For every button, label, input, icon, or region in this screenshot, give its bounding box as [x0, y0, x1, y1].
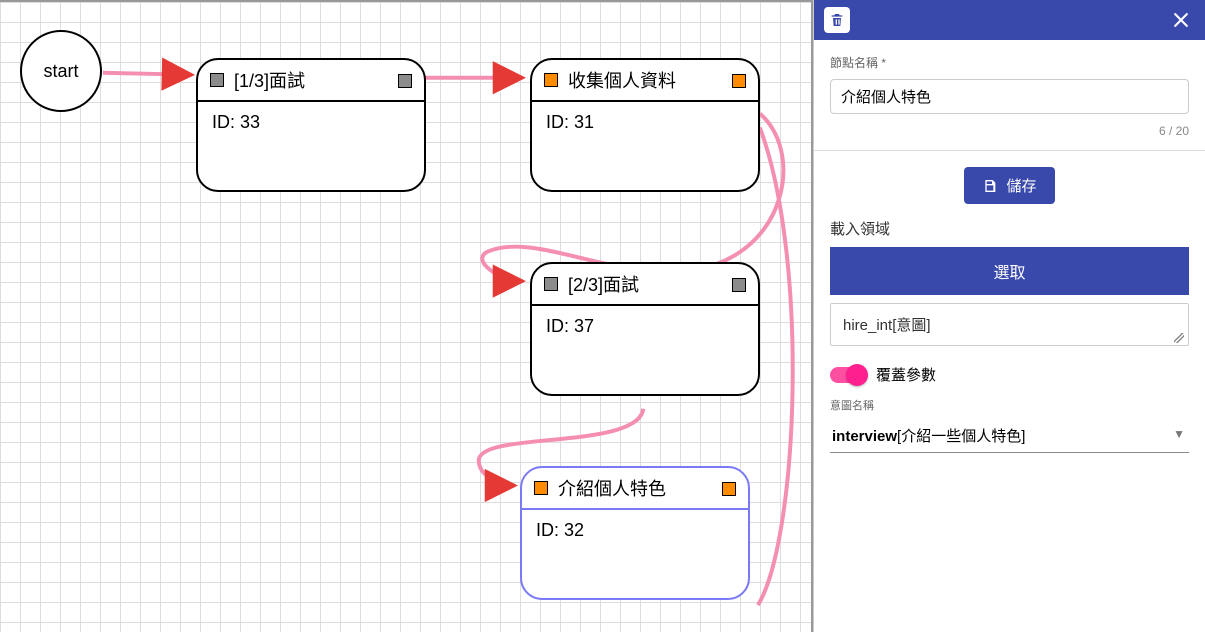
properties-panel: 節點名稱 * 6 / 20 儲存 載入領域 選取 hire_int[意圖] 覆蓋… [813, 0, 1205, 632]
node-title: 收集個人資料 [568, 67, 676, 93]
load-domain-label: 載入領域 [830, 218, 1189, 239]
intent-value-prefix: interview [832, 428, 897, 445]
override-params-toggle[interactable] [830, 367, 866, 383]
node-title: 介紹個人特色 [558, 475, 666, 501]
divider [814, 150, 1205, 151]
node-body: ID: 31 [532, 102, 758, 190]
node-title: [2/3]面試 [568, 271, 639, 297]
node-id-text: ID: 31 [546, 112, 594, 132]
port-left-icon[interactable] [544, 277, 558, 291]
port-right-icon[interactable] [398, 74, 412, 88]
node-header: 收集個人資料 [532, 60, 758, 102]
close-icon [1171, 10, 1191, 30]
node-body: ID: 33 [198, 102, 424, 190]
select-button-label: 選取 [993, 265, 1025, 282]
node-id-text: ID: 32 [536, 520, 584, 540]
intent-select[interactable]: interview[介紹一些個人特色] ▼ [830, 421, 1189, 453]
trash-icon [829, 12, 845, 28]
port-right-icon[interactable] [732, 74, 746, 88]
delete-node-button[interactable] [824, 7, 850, 33]
save-button[interactable]: 儲存 [964, 167, 1054, 204]
node-id-text: ID: 33 [212, 112, 260, 132]
node-header: [2/3]面試 [532, 264, 758, 306]
node-name-input[interactable] [830, 79, 1189, 114]
toggle-knob [846, 364, 868, 386]
chevron-down-icon: ▼ [1173, 427, 1185, 441]
select-domain-button[interactable]: 選取 [830, 247, 1189, 295]
intent-name-label: 意圖名稱 [830, 397, 1189, 413]
flow-node-intro-features[interactable]: 介紹個人特色 ID: 32 [520, 466, 750, 600]
node-title: [1/3]面試 [234, 67, 305, 93]
save-icon [982, 178, 998, 194]
node-body: ID: 32 [522, 510, 748, 598]
node-name-char-count: 6 / 20 [830, 124, 1189, 138]
close-panel-button[interactable] [1167, 6, 1195, 34]
flow-node-collect-data[interactable]: 收集個人資料 ID: 31 [530, 58, 760, 192]
start-label: start [43, 61, 78, 82]
domain-value-box[interactable]: hire_int[意圖] [830, 303, 1189, 346]
panel-header [814, 0, 1205, 40]
node-body: ID: 37 [532, 306, 758, 394]
flow-canvas[interactable]: start [1/3]面試 ID: 33 收集個人資料 ID: 31 [0, 0, 813, 632]
domain-value-text: hire_int[意圖] [843, 317, 931, 334]
intent-value-suffix: [介紹一些個人特色] [897, 428, 1025, 445]
override-params-label: 覆蓋參數 [876, 364, 936, 385]
resize-grip-icon[interactable] [1174, 333, 1184, 343]
port-left-icon[interactable] [534, 481, 548, 495]
flow-node-interview-1[interactable]: [1/3]面試 ID: 33 [196, 58, 426, 192]
node-name-label: 節點名稱 * [830, 54, 1189, 71]
port-left-icon[interactable] [544, 73, 558, 87]
start-node[interactable]: start [20, 30, 102, 112]
port-left-icon[interactable] [210, 73, 224, 87]
flow-node-interview-2[interactable]: [2/3]面試 ID: 37 [530, 262, 760, 396]
port-right-icon[interactable] [722, 482, 736, 496]
save-button-label: 儲存 [1006, 175, 1036, 196]
node-header: 介紹個人特色 [522, 468, 748, 510]
node-header: [1/3]面試 [198, 60, 424, 102]
node-id-text: ID: 37 [546, 316, 594, 336]
port-right-icon[interactable] [732, 278, 746, 292]
